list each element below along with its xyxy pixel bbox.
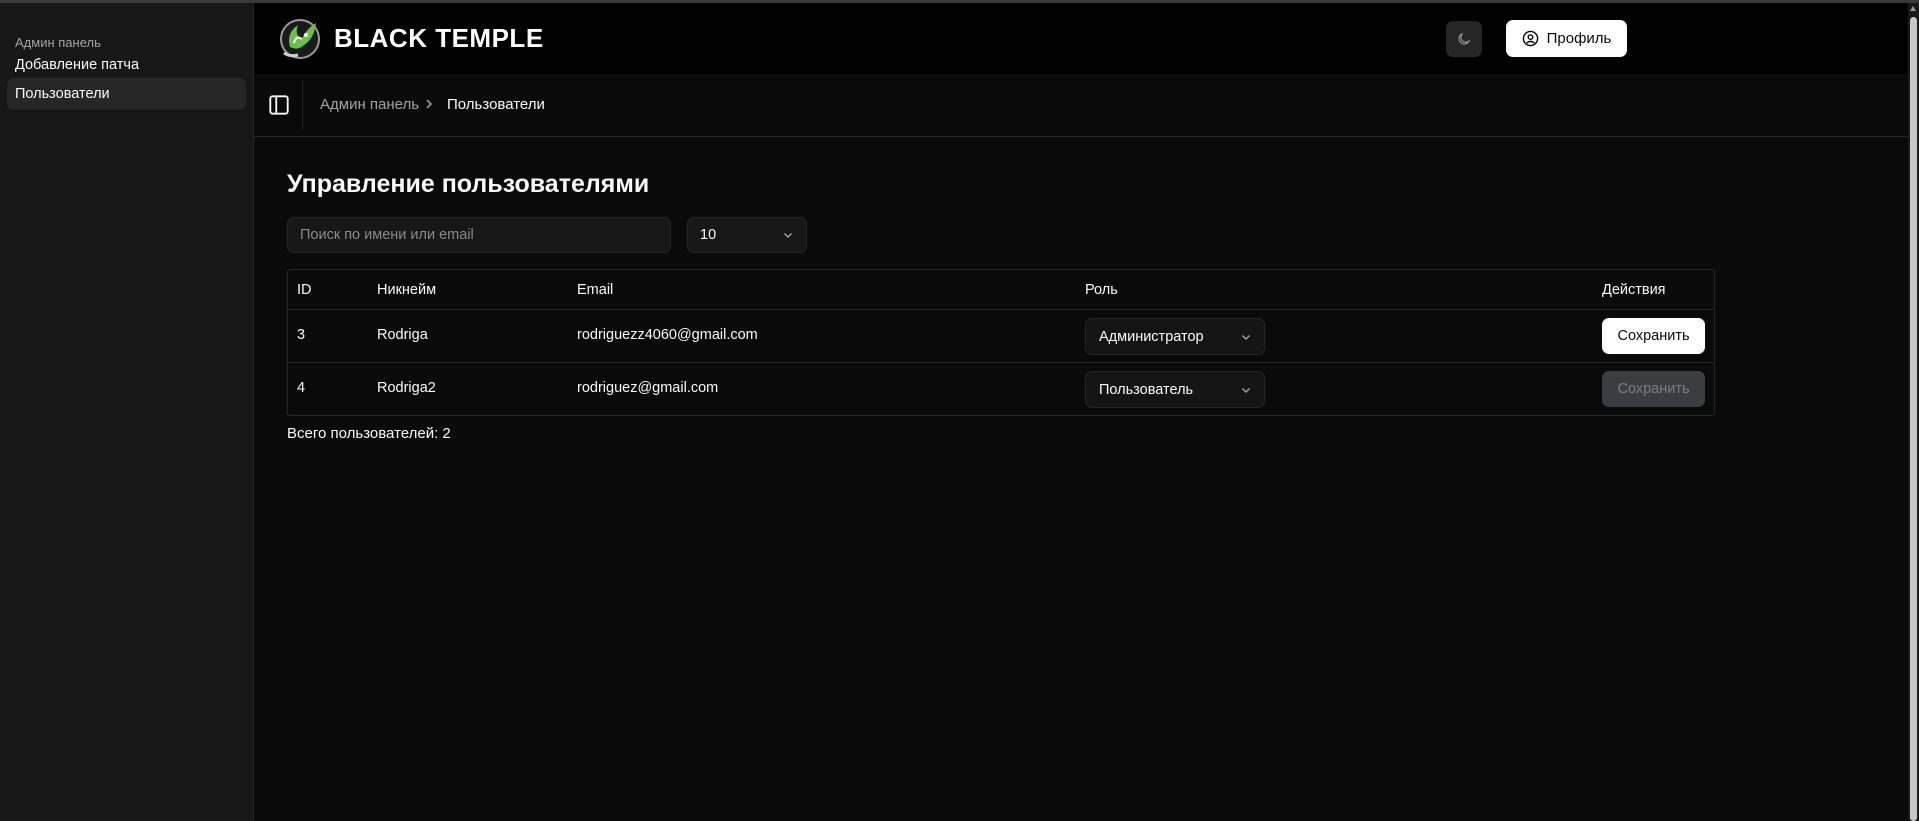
table-header: ID Никнейм Email Роль Действия: [288, 270, 1714, 310]
role-select-value: Пользователь: [1099, 381, 1194, 398]
sidebar-item-users[interactable]: Пользователи: [7, 78, 246, 110]
breadcrumb-parent[interactable]: Админ панель: [320, 96, 419, 113]
table-row: 3 Rodriga rodriguezz4060@gmail.com Админ…: [288, 310, 1714, 363]
role-select-value: Администратор: [1099, 328, 1204, 345]
column-header-email: Email: [577, 282, 614, 298]
chevron-down-icon: [1242, 387, 1250, 393]
page-title: Управление пользователями: [287, 170, 650, 198]
total-users-count: Всего пользователей: 2: [287, 425, 451, 442]
cell-id: 4: [297, 380, 306, 396]
profile-button-label: Профиль: [1546, 30, 1612, 47]
save-button-disabled[interactable]: Сохранить: [1602, 371, 1705, 407]
role-select[interactable]: Пользователь: [1085, 371, 1265, 408]
theme-toggle-button[interactable]: [1446, 21, 1482, 57]
chevron-down-icon: [1242, 334, 1250, 340]
profile-button[interactable]: Профиль: [1506, 20, 1627, 57]
brand-name[interactable]: BLACK TEMPLE: [334, 23, 544, 54]
search-input[interactable]: [287, 217, 671, 253]
cell-id: 3: [297, 327, 306, 343]
logo-icon[interactable]: [276, 13, 324, 63]
user-circle-icon: [1522, 30, 1538, 47]
breadcrumb-divider: [302, 80, 303, 130]
table-row: 4 Rodriga2 rodriguez@gmail.com Пользоват…: [288, 363, 1714, 416]
role-select[interactable]: Администратор: [1085, 318, 1265, 355]
column-header-id: ID: [297, 282, 312, 298]
column-header-nickname: Никнейм: [377, 282, 437, 298]
sidebar-item-add-patch[interactable]: Добавление патча: [7, 49, 246, 81]
column-header-actions: Действия: [1602, 282, 1666, 298]
sidebar-toggle-icon[interactable]: [268, 94, 290, 116]
chevron-right-icon: [426, 99, 433, 109]
users-table: ID Никнейм Email Роль Действия 3 Rodriga…: [287, 269, 1715, 416]
scrollbar[interactable]: [1908, 3, 1919, 821]
cell-email: rodriguez@gmail.com: [577, 380, 719, 396]
page-size-value: 10: [700, 227, 717, 243]
scroll-up-icon[interactable]: [1910, 6, 1916, 11]
cell-nickname: Rodriga: [377, 327, 428, 343]
cell-email: rodriguezz4060@gmail.com: [577, 327, 758, 343]
breadcrumb-current: Пользователи: [447, 96, 545, 113]
moon-icon: [1458, 33, 1470, 45]
page-size-select[interactable]: 10: [687, 217, 807, 253]
sidebar: Админ панель Добавление патча Пользовате…: [0, 3, 254, 821]
cell-nickname: Rodriga2: [377, 380, 436, 396]
chevron-down-icon: [784, 233, 792, 238]
sidebar-group-label: Админ панель: [15, 35, 101, 50]
top-header: BLACK TEMPLE Профиль: [254, 3, 1908, 74]
breadcrumb-bar: Админ панель Пользователи: [254, 74, 1908, 137]
save-button[interactable]: Сохранить: [1602, 318, 1705, 354]
scroll-thumb[interactable]: [1910, 17, 1917, 821]
column-header-role: Роль: [1085, 282, 1118, 298]
